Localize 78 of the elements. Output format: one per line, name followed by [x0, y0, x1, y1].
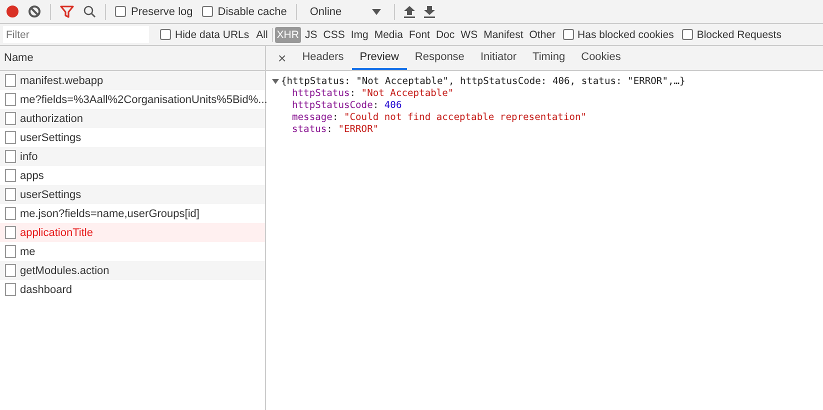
request-name: userSettings: [20, 188, 82, 200]
request-name: authorization: [20, 112, 83, 124]
request-name: me.json?fields=name,userGroups[id]: [20, 208, 200, 220]
type-filter-button[interactable]: JS: [302, 26, 320, 42]
type-filter-button[interactable]: Doc: [434, 26, 457, 42]
preview-summary: {httpStatus: "Not Acceptable", httpStatusCode: 406, status: "ERROR",…}: [281, 76, 686, 88]
hide-data-urls-checkbox-label: Hide data URLs: [175, 28, 250, 40]
type-filter-button[interactable]: CSS: [321, 26, 347, 42]
request-name: manifest.webapp: [20, 74, 104, 86]
hide-data-urls-checkbox[interactable]: [160, 29, 171, 40]
request-row[interactable]: userSettings: [0, 128, 265, 147]
request-name: apps: [20, 170, 44, 182]
file-icon: [5, 93, 16, 106]
request-row[interactable]: authorization: [0, 109, 265, 128]
preview-property: httpStatusCode: 406: [291, 100, 403, 112]
file-icon: [5, 245, 16, 258]
request-row[interactable]: applicationTitle: [0, 223, 265, 242]
detail-tab[interactable]: Initiator: [472, 46, 525, 70]
request-name: me?fields=%3Aall%2CorganisationUnits%5Bid%...: [20, 94, 268, 106]
type-filter-button[interactable]: Font: [406, 26, 432, 42]
request-name: userSettings: [20, 132, 82, 144]
disable-cache-checkbox[interactable]: [202, 6, 213, 17]
record-stop-icon[interactable]: [6, 5, 19, 18]
clear-icon[interactable]: [28, 5, 41, 18]
blocked-requests-checkbox[interactable]: [682, 29, 693, 40]
file-icon: [5, 150, 16, 163]
file-icon: [5, 74, 16, 87]
type-filter-button[interactable]: Img: [348, 26, 370, 42]
close-button[interactable]: ×: [270, 46, 294, 70]
request-name: dashboard: [20, 284, 72, 296]
request-name: applicationTitle: [20, 226, 93, 238]
detail-tab[interactable]: Headers: [294, 46, 352, 70]
has-blocked-cookies-checkbox[interactable]: [562, 29, 574, 40]
detail-tab[interactable]: Preview: [352, 46, 407, 70]
type-filter-button[interactable]: Manifest: [482, 26, 526, 42]
preserve-log-checkbox-label: Preserve log: [131, 6, 193, 18]
request-row[interactable]: manifest.webapp: [0, 71, 265, 90]
request-name: info: [20, 150, 38, 162]
type-filter-button[interactable]: Media: [372, 26, 405, 42]
request-row[interactable]: dashboard: [0, 280, 265, 299]
caret-icon: [372, 8, 381, 14]
detail-tab[interactable]: Cookies: [573, 46, 629, 70]
request-row[interactable]: me.json?fields=name,userGroups[id]: [0, 204, 265, 223]
request-row[interactable]: apps: [0, 166, 265, 185]
type-filter-button[interactable]: All: [254, 26, 270, 42]
disable-cache-checkbox-label: Disable cache: [218, 6, 287, 18]
search-icon[interactable]: [83, 5, 96, 18]
file-icon: [5, 112, 16, 125]
request-name: getModules.action: [20, 264, 110, 276]
download-icon[interactable]: [424, 6, 435, 18]
file-icon: [5, 169, 16, 182]
upload-icon[interactable]: [404, 6, 415, 18]
throttling-dropdown[interactable]: Online: [306, 6, 385, 18]
request-row[interactable]: info: [0, 147, 265, 166]
request-name: me: [20, 246, 36, 258]
file-icon: [5, 188, 16, 201]
preview-property: message: "Could not find acceptable representation": [291, 112, 588, 124]
type-filter-button[interactable]: Other: [527, 26, 558, 42]
file-icon: [5, 283, 16, 296]
name-column-header: Name: [0, 46, 265, 71]
request-row[interactable]: userSettings: [0, 185, 265, 204]
filter-icon[interactable]: [60, 5, 74, 18]
file-icon: [5, 264, 16, 277]
request-row[interactable]: getModules.action: [0, 261, 265, 280]
detail-tab[interactable]: Timing: [524, 46, 574, 70]
type-filter-button[interactable]: WS: [458, 26, 480, 42]
request-row[interactable]: me?fields=%3Aall%2CorganisationUnits%5Bid%...: [0, 90, 265, 109]
preview-property: status: "ERROR": [291, 124, 380, 136]
file-icon: [5, 131, 16, 144]
file-icon: [5, 207, 16, 220]
request-row[interactable]: me: [0, 242, 265, 261]
has-blocked-cookies-checkbox-label: Has blocked cookies: [578, 28, 674, 40]
preserve-log-checkbox[interactable]: [115, 6, 126, 17]
blocked-requests-checkbox-label: Blocked Requests: [696, 28, 782, 40]
preview-property: httpStatus: "Not Acceptable": [291, 88, 455, 100]
filter-field[interactable]: Filter: [3, 26, 149, 43]
file-icon: [5, 226, 16, 239]
detail-tab[interactable]: Response: [406, 46, 472, 70]
